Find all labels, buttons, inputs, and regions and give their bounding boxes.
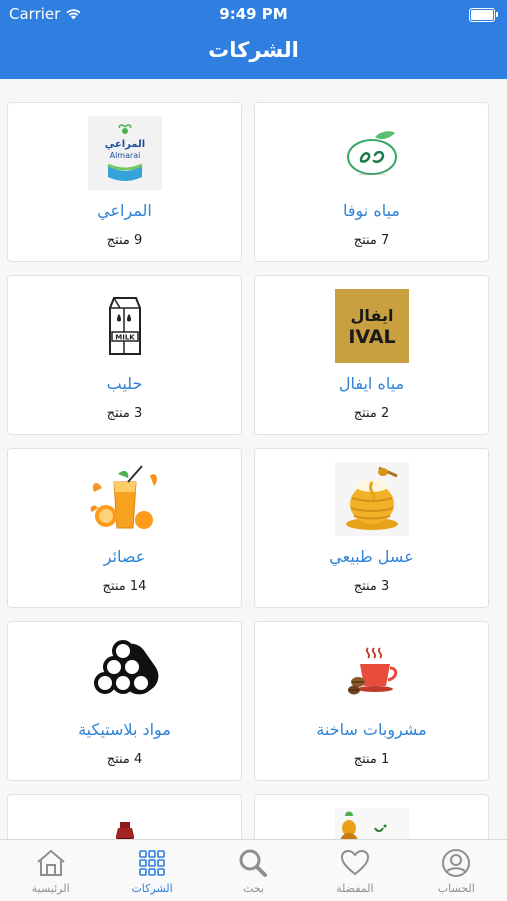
- company-name: عسل طبيعي: [329, 547, 414, 566]
- svg-text:المراعي: المراعي: [105, 139, 145, 150]
- heart-icon: [340, 849, 369, 876]
- tab-label: الرئيسية: [31, 882, 70, 895]
- product-count: 14 منتج: [102, 579, 147, 594]
- company-card-milk[interactable]: MILK حليب 3 منتج: [7, 275, 242, 435]
- orange-juice-icon: [88, 462, 162, 536]
- product-count: 9 منتج: [106, 233, 143, 248]
- tab-favorites[interactable]: المفضلة: [304, 840, 405, 901]
- hot-drink-cup-icon: [335, 635, 409, 709]
- company-name: مشروبات ساخنة: [316, 720, 427, 739]
- svg-text:IVAL: IVAL: [348, 326, 395, 348]
- product-count: 3 منتج: [106, 406, 143, 421]
- svg-text:ايفال: ايفال: [351, 306, 394, 325]
- tab-search[interactable]: بحث: [203, 840, 304, 901]
- company-card-almarai[interactable]: المراعي Almarai المراعي 9 منتج: [7, 102, 242, 262]
- company-card-plastics[interactable]: مواد بلاستيكية 4 منتج: [7, 621, 242, 781]
- almarai-logo: المراعي Almarai: [88, 116, 162, 190]
- home-icon: [37, 849, 65, 876]
- grid-icon: [139, 850, 165, 876]
- tab-label: المفضلة: [336, 882, 374, 895]
- product-count: 2 منتج: [353, 406, 390, 421]
- user-icon: [442, 849, 471, 877]
- tab-account[interactable]: الحساب: [406, 840, 507, 901]
- company-card-ival[interactable]: ايفال IVAL مياه ايفال 2 منتج: [254, 275, 489, 435]
- company-card-nova[interactable]: ~~~~~~~~ مياه نوفا 7 منتج: [254, 102, 489, 262]
- company-name: حليب: [106, 374, 143, 393]
- battery-icon: [469, 8, 498, 22]
- status-bar: Carrier 9:49 PM: [0, 0, 507, 28]
- tab-bar: الرئيسية الشركات بحث المفضلة الحساب: [0, 839, 507, 901]
- company-name: المراعي: [97, 201, 152, 220]
- tab-label: بحث: [242, 882, 264, 895]
- company-name: مياه ايفال: [338, 374, 405, 393]
- product-count: 7 منتج: [353, 233, 390, 248]
- ival-water-logo: ايفال IVAL: [335, 289, 409, 363]
- tab-label: الشركات: [131, 882, 173, 895]
- company-card-juices[interactable]: عصائر 14 منتج: [7, 448, 242, 608]
- company-name: مواد بلاستيكية: [78, 720, 171, 739]
- company-name: مياه نوفا: [343, 201, 400, 220]
- company-name: عصائر: [103, 547, 146, 566]
- svg-text:Almarai: Almarai: [110, 151, 141, 160]
- milk-carton-icon: MILK: [88, 289, 162, 363]
- tab-companies[interactable]: الشركات: [102, 840, 203, 901]
- plastic-pipes-icon: [88, 635, 162, 709]
- company-card-hot-drinks[interactable]: مشروبات ساخنة 1 منتج: [254, 621, 489, 781]
- product-count: 4 منتج: [106, 752, 143, 767]
- page-title: الشركات: [208, 38, 299, 62]
- nova-water-logo: ~~~~~~~~: [335, 116, 409, 190]
- company-card-honey[interactable]: عسل طبيعي 3 منتج: [254, 448, 489, 608]
- clock: 9:49 PM: [219, 5, 288, 23]
- tab-label: الحساب: [437, 882, 475, 895]
- svg-text:MILK: MILK: [115, 334, 135, 342]
- navigation-bar: Carrier 9:49 PM الشركات: [0, 0, 507, 79]
- svg-text:~~~~~~~~: ~~~~~~~~: [359, 172, 386, 177]
- honey-pot-icon: [335, 462, 409, 536]
- product-count: 3 منتج: [353, 579, 390, 594]
- companies-grid: ~~~~~~~~ مياه نوفا 7 منتج المراعي Almara…: [7, 102, 489, 855]
- search-icon: [239, 849, 268, 877]
- product-count: 1 منتج: [353, 752, 390, 767]
- tab-home[interactable]: الرئيسية: [0, 840, 101, 901]
